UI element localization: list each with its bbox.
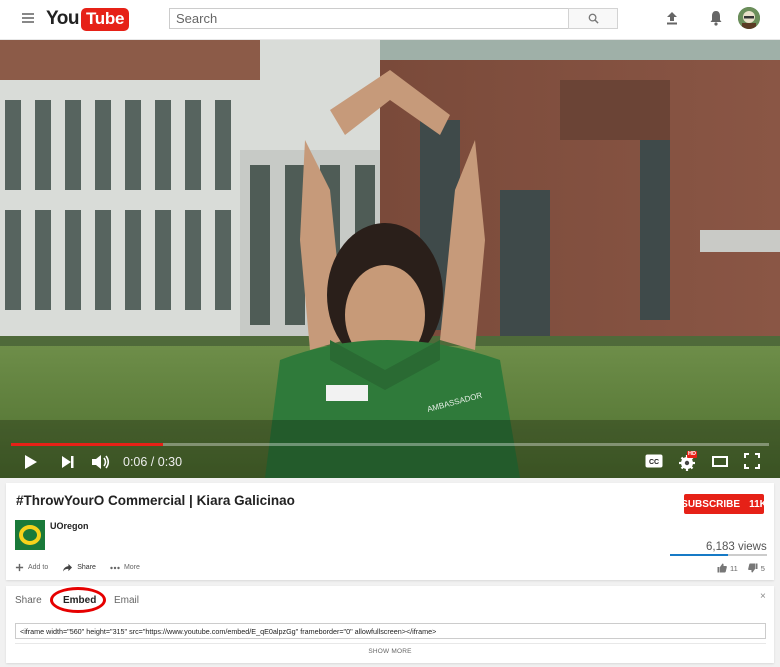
like-dislike-group: 11 5 xyxy=(717,563,765,573)
channel-name[interactable]: UOregon xyxy=(50,521,89,531)
like-ratio-bar xyxy=(670,554,767,556)
video-player[interactable]: AMBASSADOR 0:06 / 0:30 CC HD xyxy=(0,40,780,478)
dislike-count: 5 xyxy=(760,563,765,573)
oregon-o-logo xyxy=(15,520,45,550)
more-button[interactable]: More xyxy=(110,564,140,571)
next-icon[interactable] xyxy=(61,454,75,470)
like-button[interactable]: 11 xyxy=(717,563,738,573)
more-dots-icon xyxy=(110,566,120,569)
youtube-logo[interactable]: You Tube xyxy=(46,7,130,31)
time-display: 0:06 / 0:30 xyxy=(123,455,183,469)
tab-email[interactable]: Email xyxy=(114,595,139,606)
add-to-button[interactable]: Add to xyxy=(15,563,48,572)
upload-icon[interactable] xyxy=(664,10,680,26)
settings-gear-icon[interactable]: HD xyxy=(678,451,698,472)
hamburger-menu-icon[interactable] xyxy=(22,13,34,23)
share-panel: Share Embed Email × <iframe width="560" … xyxy=(6,586,774,663)
channel-logo[interactable] xyxy=(15,520,45,550)
video-frame: AMBASSADOR xyxy=(0,40,780,478)
tab-embed[interactable]: Embed xyxy=(63,595,96,606)
search-placeholder: Search xyxy=(176,11,218,26)
video-info-panel: #ThrowYourO Commercial | Kiara Galicinao… xyxy=(6,483,774,580)
close-icon[interactable]: × xyxy=(760,591,766,602)
share-label: Share xyxy=(77,564,96,571)
logo-tube-text: Tube xyxy=(80,7,130,31)
add-to-label: Add to xyxy=(28,564,49,571)
volume-icon[interactable] xyxy=(91,454,111,470)
show-more-button[interactable]: SHOW MORE xyxy=(6,648,774,655)
view-count: 6,183 views xyxy=(706,541,767,553)
subscribe-label: SUBSCRIBE xyxy=(681,498,741,510)
video-title: #ThrowYourO Commercial | Kiara Galicinao xyxy=(16,493,295,508)
share-arrow-icon xyxy=(63,563,73,572)
thumbs-down-icon xyxy=(747,563,758,573)
subscribe-button[interactable]: SUBSCRIBE 11K xyxy=(681,494,767,514)
video-actions: Add to Share More xyxy=(15,563,140,572)
dislike-button[interactable]: 5 xyxy=(747,563,765,573)
logo-you-text: You xyxy=(46,8,79,29)
account-avatar[interactable] xyxy=(738,7,760,29)
progress-bar[interactable] xyxy=(11,443,769,446)
more-label: More xyxy=(123,564,140,571)
fullscreen-icon[interactable] xyxy=(744,453,760,469)
masthead: You Tube Search xyxy=(0,0,780,40)
subscriber-count: 11K xyxy=(749,498,767,510)
avatar-image xyxy=(738,7,760,29)
player-controls: 0:06 / 0:30 CC HD xyxy=(0,450,780,478)
theater-mode-icon[interactable] xyxy=(712,454,728,468)
play-icon[interactable] xyxy=(24,454,38,470)
notifications-bell-icon[interactable] xyxy=(708,9,724,27)
divider xyxy=(15,643,766,644)
tab-share[interactable]: Share xyxy=(15,595,42,606)
search-icon xyxy=(588,13,599,24)
search-button[interactable] xyxy=(568,8,618,29)
share-button[interactable]: Share xyxy=(62,563,96,572)
captions-icon[interactable]: CC xyxy=(645,454,663,468)
thumbs-up-icon xyxy=(717,563,727,573)
embed-code-field[interactable]: <iframe width="560" height="315" src="ht… xyxy=(15,623,766,639)
like-count: 11 xyxy=(730,563,738,573)
plus-icon xyxy=(15,563,24,572)
search-input[interactable]: Search xyxy=(169,8,569,29)
hd-badge: HD xyxy=(687,451,697,458)
progress-played xyxy=(11,443,163,446)
svg-text:CC: CC xyxy=(649,459,659,466)
